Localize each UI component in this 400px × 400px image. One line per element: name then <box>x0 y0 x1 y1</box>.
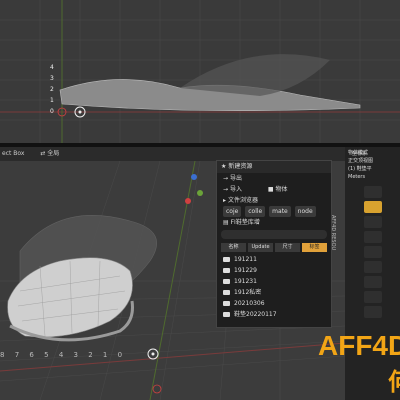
cube-icon: ■ <box>267 186 274 193</box>
ruler-label: 3 <box>73 351 82 359</box>
select-box-label[interactable]: ect Box <box>2 150 24 157</box>
chip-colle[interactable]: colle <box>245 206 266 217</box>
top-viewport-canvas <box>0 0 400 143</box>
ruler-label: 2 <box>50 86 54 93</box>
viewport-header: ect Box ⇄ 全局 <box>0 147 400 161</box>
export-row[interactable]: → 导出 <box>217 173 331 184</box>
tab-name[interactable]: 名称 <box>221 243 246 252</box>
folder-item[interactable]: 191231 <box>217 276 331 287</box>
cursor-tool-icon[interactable] <box>363 201 382 213</box>
folder-icon <box>223 268 230 273</box>
view-subtitle: (1) 鞋垫平 <box>348 166 372 172</box>
import-row[interactable]: → 导入 ■ 物体 <box>217 184 331 195</box>
folder-label: 1912私密 <box>234 289 262 296</box>
library-row[interactable]: ▤ FI鞋垫库增 <box>217 217 331 228</box>
asset-library-panel: ★ 新建资源 → 导出 → 导入 ■ 物体 ▸ 文件浏览器 coje colle… <box>216 160 332 328</box>
star-icon: ★ <box>221 163 227 170</box>
ruler-label: 6 <box>29 351 38 359</box>
units-label: Meters <box>348 174 366 180</box>
coordinate-system-label[interactable]: 坐标系 <box>352 147 367 161</box>
folder-item[interactable]: 20210306 <box>217 298 331 309</box>
folder-label: 191211 <box>234 256 257 263</box>
folder-icon <box>223 312 230 317</box>
global-icon: ⇄ <box>40 150 46 157</box>
ruler-label: 4 <box>50 64 54 71</box>
ruler-label: 7 <box>14 351 24 359</box>
export-label: 导出 <box>229 175 242 182</box>
ruler-label: 2 <box>88 351 97 359</box>
tab-size[interactable]: 尺寸 <box>275 243 300 252</box>
folder-label: 191231 <box>234 278 257 285</box>
arrow-icon: → <box>223 186 229 193</box>
sort-tabs: 名称 Update 尺寸 标签 <box>217 241 331 254</box>
folder-label: 20210306 <box>234 300 265 307</box>
watermark-char: 何 <box>388 362 400 397</box>
object-chip-label: 物体 <box>275 186 288 193</box>
file-browser-label: 文件浏览器 <box>227 197 258 204</box>
asset-panel-title: ★ 新建资源 <box>217 161 331 173</box>
add-tool-icon[interactable] <box>363 306 382 318</box>
transform-tool-icon[interactable] <box>363 261 382 273</box>
transform-orientation-dropdown[interactable]: ⇄ 全局 <box>40 150 59 157</box>
folder-item[interactable]: 1912私密 <box>217 287 331 298</box>
move-tool-icon[interactable] <box>363 216 382 228</box>
type-chips: coje colle mate node <box>217 206 331 217</box>
addon-tab-label[interactable]: AFF4D RESOU <box>330 215 336 250</box>
ruler-label: 5 <box>44 351 53 359</box>
ruler-label: 1 <box>50 97 54 104</box>
ruler-label: 0 <box>50 108 54 115</box>
asset-panel-title-text: 新建资源 <box>228 163 253 170</box>
search-input[interactable] <box>221 230 327 239</box>
chip-coje[interactable]: coje <box>223 206 242 217</box>
measure-tool-icon[interactable] <box>363 291 382 303</box>
folder-icon <box>223 257 230 262</box>
folder-icon <box>223 290 230 295</box>
ruler-label: 3 <box>50 75 54 82</box>
ruler-label: 8 <box>0 351 9 359</box>
global-label: 全局 <box>47 150 60 157</box>
file-browser-row[interactable]: ▸ 文件浏览器 <box>217 195 331 206</box>
folder-item[interactable]: 191229 <box>217 265 331 276</box>
top-viewport[interactable]: 4 3 2 1 0 <box>0 0 400 143</box>
annotate-tool-icon[interactable] <box>363 276 382 288</box>
folder-icon <box>223 279 230 284</box>
chip-mate[interactable]: mate <box>269 206 291 217</box>
ruler-label: 4 <box>58 351 68 359</box>
rotate-tool-icon[interactable] <box>363 231 382 243</box>
tab-tags[interactable]: 标签 <box>302 243 327 252</box>
tab-update[interactable]: Update <box>248 243 273 252</box>
book-icon: ▤ <box>223 219 229 226</box>
folder-open-icon: ▸ <box>223 197 227 204</box>
bottom-ruler: 8 7 6 5 4 3 2 1 0 <box>0 351 126 359</box>
folder-label: 191229 <box>234 267 257 274</box>
watermark-text: AFF4D <box>318 330 400 361</box>
folder-label: 鞋垫20220117 <box>234 311 277 318</box>
import-label: 导入 <box>229 186 242 193</box>
ruler-label: 0 <box>117 351 127 359</box>
arrow-icon: → <box>223 175 229 182</box>
select-tool-icon[interactable] <box>363 186 382 198</box>
top-ruler: 4 3 2 1 0 <box>50 62 54 117</box>
folder-item[interactable]: 鞋垫20220117 <box>217 309 331 320</box>
scale-tool-icon[interactable] <box>363 246 382 258</box>
folder-icon <box>223 301 230 306</box>
library-label: FI鞋垫库增 <box>230 219 260 226</box>
folder-item[interactable]: 191211 <box>217 254 331 265</box>
chip-node[interactable]: node <box>294 206 316 217</box>
ruler-label: 1 <box>102 351 112 359</box>
object-chip[interactable]: ■ 物体 <box>268 186 288 193</box>
